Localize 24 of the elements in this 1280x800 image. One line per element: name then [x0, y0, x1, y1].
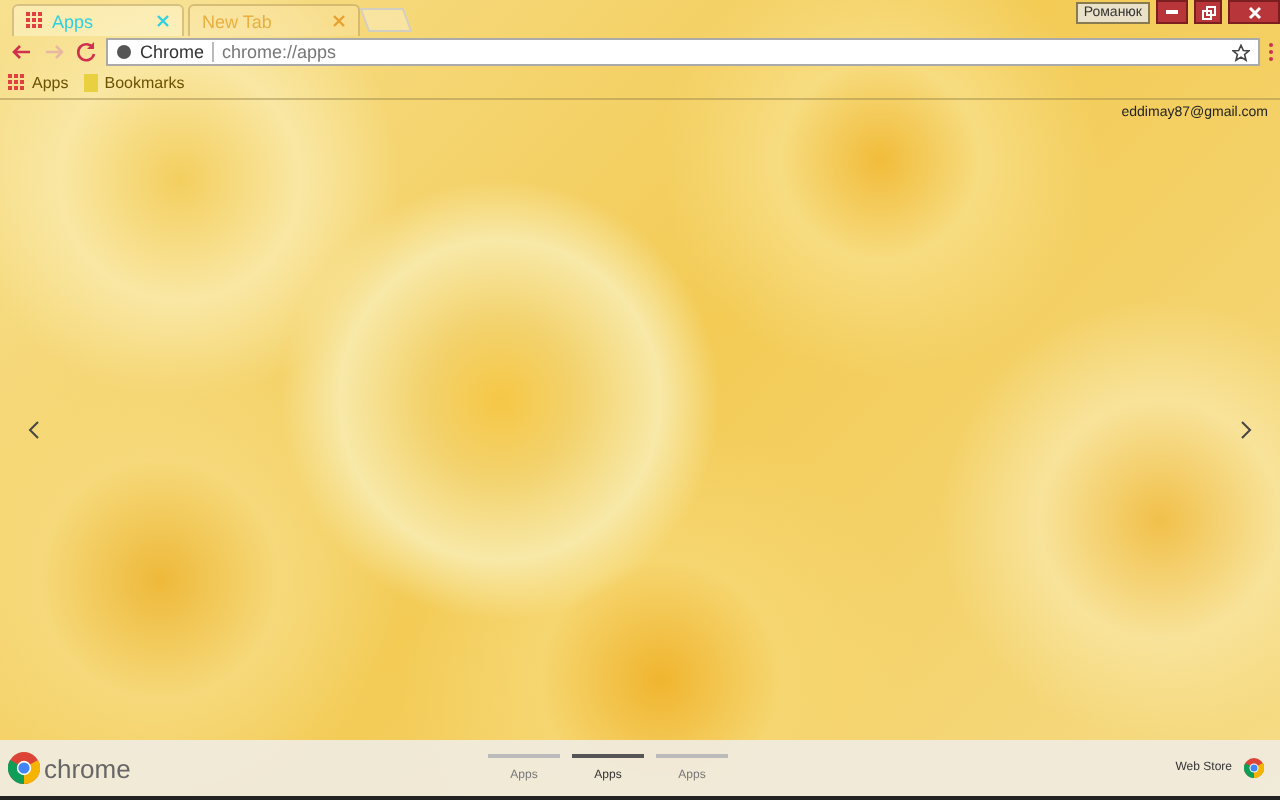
menu-icon[interactable] — [1268, 42, 1274, 62]
back-icon[interactable] — [10, 40, 34, 64]
minimize-icon — [1166, 10, 1178, 14]
minimize-button[interactable] — [1156, 0, 1188, 24]
chevron-left-icon[interactable] — [28, 420, 40, 440]
bookmark-star-icon[interactable] — [1232, 43, 1250, 61]
page-info-icon[interactable] — [116, 44, 132, 60]
chrome-logo-icon — [8, 752, 40, 784]
apps-grid-icon — [26, 12, 44, 30]
apps-grid-icon — [8, 74, 26, 92]
restore-icon — [1201, 5, 1215, 19]
web-store-icon — [1244, 758, 1264, 778]
bookmark-item[interactable]: Apps — [8, 74, 69, 92]
chevron-right-icon[interactable] — [1240, 420, 1252, 440]
chrome-wordmark: chrome — [44, 753, 131, 783]
folder-icon — [84, 74, 99, 92]
site-name: Chrome — [140, 42, 205, 62]
close-icon — [1247, 5, 1261, 19]
bookmark-item[interactable]: Bookmarks — [84, 74, 185, 92]
url-text: chrome://apps — [222, 42, 339, 62]
restore-button[interactable] — [1194, 0, 1222, 24]
close-button[interactable] — [1228, 0, 1280, 24]
reload-icon[interactable] — [74, 40, 98, 64]
address-bar[interactable]: Chrome chrome://apps — [106, 38, 1260, 66]
